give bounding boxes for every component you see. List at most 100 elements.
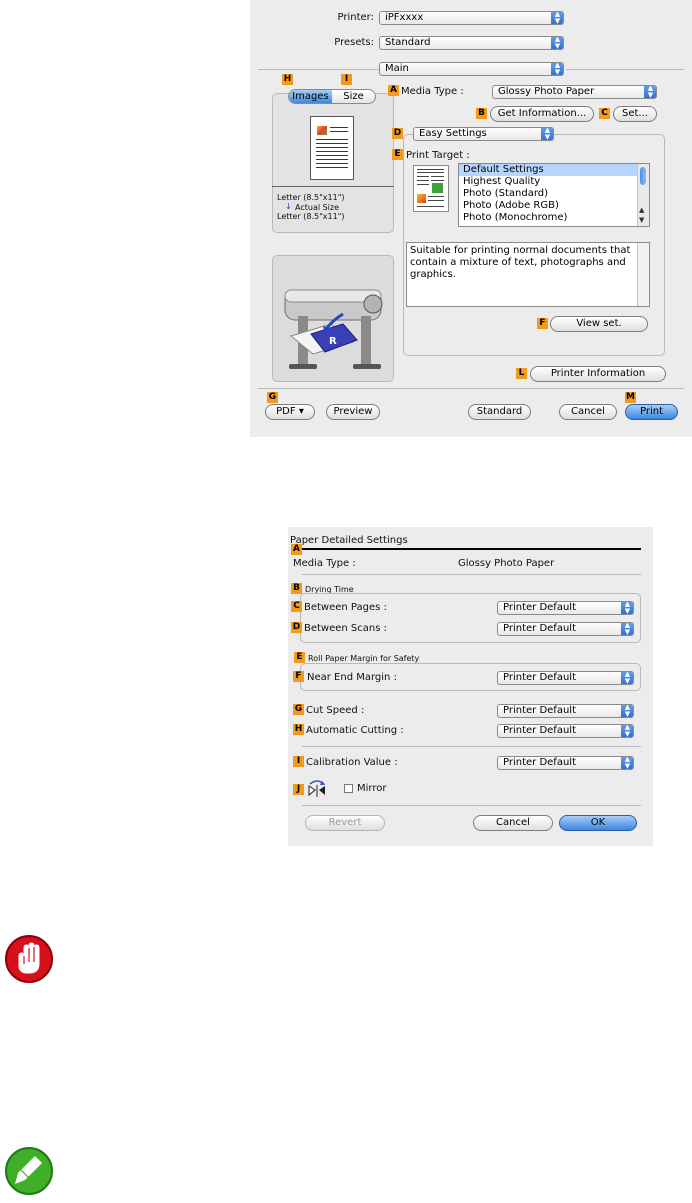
tab-images[interactable]: Images <box>289 90 332 103</box>
popup-arrows-icon: ▲ ▼ <box>621 602 633 614</box>
near-end-margin-label: Near End Margin : <box>307 672 397 683</box>
callout-e: E <box>294 652 305 663</box>
popup-arrows-icon: ▲ ▼ <box>621 672 633 684</box>
between-pages-popup[interactable]: Printer Default ▲ ▼ <box>497 601 634 615</box>
arrow-down-icon: ↓ <box>285 202 292 211</box>
printer-value: iPFxxxx <box>385 12 424 23</box>
list-item[interactable]: Default Settings <box>459 164 649 176</box>
popup-arrows-icon: ▲ ▼ <box>621 725 633 737</box>
automatic-cutting-label: Automatic Cutting : <box>306 725 404 736</box>
printer-information-button[interactable]: Printer Information <box>530 366 666 382</box>
calibration-value-popup[interactable]: Printer Default ▲ ▼ <box>497 756 634 770</box>
popup-arrows-icon: ▲ ▼ <box>551 63 563 75</box>
cancel-button[interactable]: Cancel <box>559 404 617 420</box>
description-scrollbar[interactable] <box>637 243 649 306</box>
callout-b: B <box>291 583 302 594</box>
revert-button[interactable]: Revert <box>305 815 385 831</box>
print-button[interactable]: Print <box>625 404 678 420</box>
list-item[interactable]: Photo (Adobe RGB) <box>459 200 649 212</box>
output-size-text: Letter (8.5"x11") <box>277 212 345 221</box>
list-item[interactable]: Photo (Monochrome) <box>459 212 649 224</box>
between-scans-label: Between Scans : <box>304 623 388 634</box>
scroll-up-icon[interactable]: ▲ <box>639 206 644 214</box>
callout-l: L <box>516 368 527 379</box>
list-item[interactable]: Highest Quality <box>459 176 649 188</box>
printer-popup[interactable]: iPFxxxx ▲ ▼ <box>379 11 564 25</box>
automatic-cutting-popup[interactable]: Printer Default ▲ ▼ <box>497 724 634 738</box>
callout-c: C <box>599 108 610 119</box>
cut-speed-popup[interactable]: Printer Default ▲ ▼ <box>497 704 634 718</box>
automatic-cutting-value: Printer Default <box>503 725 576 736</box>
popup-arrows-icon: ▲ ▼ <box>644 86 656 98</box>
callout-g: G <box>267 392 278 403</box>
media-type-label: Media Type : <box>293 558 356 569</box>
pdf-button[interactable]: PDF ▾ <box>265 404 315 420</box>
page-thumbnail <box>310 116 354 180</box>
dialog-title: Paper Detailed Settings <box>290 535 408 546</box>
callout-j: J <box>293 784 304 795</box>
svg-text:R: R <box>329 336 337 347</box>
pencil-icon <box>5 1147 53 1195</box>
print-target-label: Print Target : <box>406 150 470 161</box>
paper-detailed-settings-dialog: Paper Detailed Settings A Media Type : G… <box>288 527 653 846</box>
scroll-down-icon[interactable]: ▼ <box>639 216 644 224</box>
callout-a: A <box>291 544 302 555</box>
roll-paper-margin-label: Roll Paper Margin for Safety <box>308 654 420 663</box>
set-button[interactable]: Set... <box>613 106 657 122</box>
settings-mode-popup[interactable]: Easy Settings ▲ ▼ <box>413 127 554 141</box>
popup-arrows-icon: ▲ ▼ <box>541 128 553 140</box>
image-thumbnail-icon <box>317 126 327 135</box>
scaling-text: Actual Size <box>295 203 340 212</box>
print-dialog: Printer: iPFxxxx ▲ ▼ Presets: Standard ▲ ▼… <box>250 0 692 437</box>
media-type-label: Media Type : <box>401 86 464 97</box>
callout-f: F <box>293 671 304 682</box>
cancel-button[interactable]: Cancel <box>473 815 553 831</box>
popup-arrows-icon: ▲ ▼ <box>621 757 633 769</box>
near-end-margin-value: Printer Default <box>503 672 576 683</box>
callout-i: I <box>341 74 352 85</box>
get-information-button[interactable]: Get Information... <box>490 106 594 122</box>
callout-a: A <box>388 85 399 96</box>
panel-popup[interactable]: Main ▲ ▼ <box>379 62 564 76</box>
callout-i: I <box>293 756 304 767</box>
presets-label: Presets: <box>334 37 374 48</box>
target-document-icon <box>413 165 449 212</box>
list-item[interactable]: Photo (Standard) <box>459 188 649 200</box>
callout-g: G <box>293 704 304 715</box>
callout-m: M <box>625 392 636 403</box>
view-set-button[interactable]: View set. <box>550 316 648 332</box>
between-scans-value: Printer Default <box>503 623 576 634</box>
list-scrollbar[interactable]: ▲ ▼ <box>637 164 649 226</box>
standard-button[interactable]: Standard <box>468 404 531 420</box>
presets-popup[interactable]: Standard ▲ ▼ <box>379 36 564 50</box>
preview-button[interactable]: Preview <box>326 404 380 420</box>
panel-value: Main <box>385 63 409 74</box>
near-end-margin-popup[interactable]: Printer Default ▲ ▼ <box>497 671 634 685</box>
callout-c: C <box>291 601 302 612</box>
settings-mode-value: Easy Settings <box>419 128 487 139</box>
preview-tabs[interactable]: Images Size <box>288 89 376 104</box>
cut-speed-value: Printer Default <box>503 705 576 716</box>
mirror-checkbox[interactable] <box>344 784 353 793</box>
between-pages-label: Between Pages : <box>304 602 387 613</box>
media-type-popup[interactable]: Glossy Photo Paper ▲ ▼ <box>492 85 657 99</box>
callout-f: F <box>537 318 548 329</box>
input-size-text: Letter (8.5"x11") <box>277 193 345 202</box>
media-type-value: Glossy Photo Paper <box>458 558 555 569</box>
mirror-icon <box>308 780 325 797</box>
popup-arrows-icon: ▲ ▼ <box>551 37 563 49</box>
description-text: Suitable for printing normal documents t… <box>410 245 631 280</box>
calibration-value-label: Calibration Value : <box>306 757 398 768</box>
print-target-list[interactable]: Default Settings Highest Quality Photo (… <box>458 163 650 227</box>
ok-button[interactable]: OK <box>559 815 637 831</box>
tab-size[interactable]: Size <box>332 90 375 103</box>
presets-value: Standard <box>385 37 431 48</box>
scroll-thumb[interactable] <box>640 167 646 185</box>
printer-label: Printer: <box>337 12 374 23</box>
between-scans-popup[interactable]: Printer Default ▲ ▼ <box>497 622 634 636</box>
between-pages-value: Printer Default <box>503 602 576 613</box>
popup-arrows-icon: ▲ ▼ <box>551 12 563 24</box>
callout-h: H <box>282 74 293 85</box>
cut-speed-label: Cut Speed : <box>306 705 365 716</box>
media-type-value: Glossy Photo Paper <box>498 86 595 97</box>
